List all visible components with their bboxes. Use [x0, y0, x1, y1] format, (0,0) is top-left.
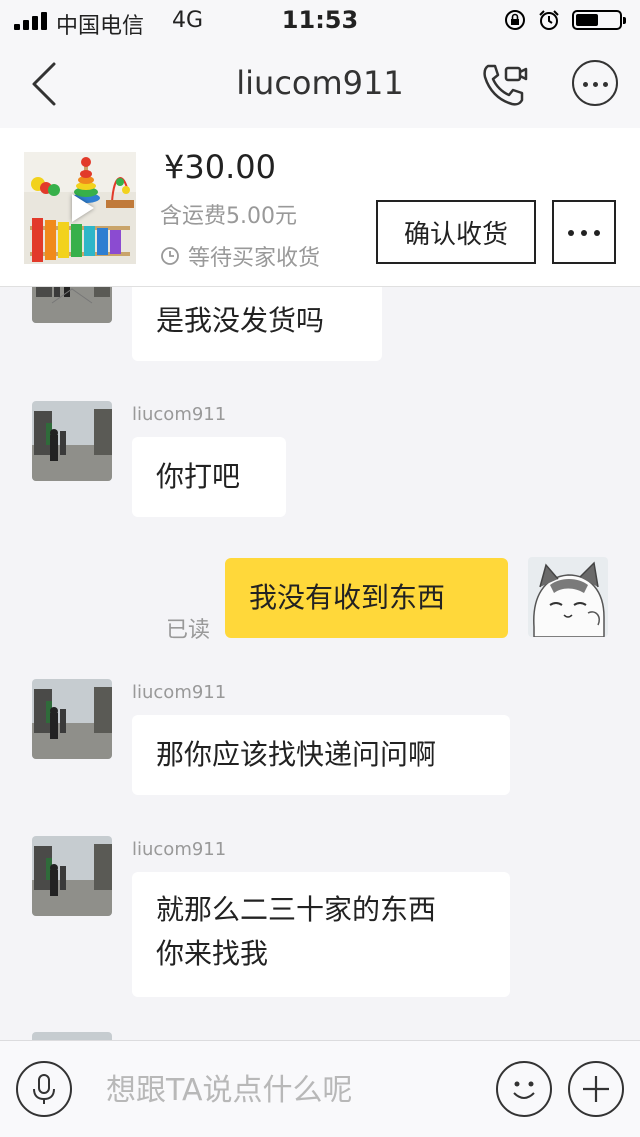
alarm-icon — [539, 10, 559, 30]
input-bar — [0, 1040, 640, 1137]
sender-name: liucom911 — [132, 682, 227, 703]
orientation-lock-icon — [505, 10, 525, 30]
battery-icon — [572, 10, 626, 30]
nav-bar: liucom911 — [0, 40, 640, 129]
message-text: 是我没发货吗 — [156, 304, 325, 337]
message-text: 你打吧 — [156, 460, 241, 493]
my-message-bubble[interactable]: 我没有收到东西 — [225, 558, 508, 638]
avatar[interactable] — [32, 287, 112, 323]
status-icons — [504, 8, 626, 32]
video-call-icon — [483, 64, 528, 106]
confirm-receipt-button[interactable]: 确认收货 — [376, 200, 536, 264]
more-functions-button[interactable] — [568, 1061, 624, 1117]
emoji-button[interactable] — [496, 1061, 552, 1117]
shipping-fee: 含运费5.00元 — [160, 204, 297, 229]
product-more-button[interactable] — [552, 200, 616, 264]
product-bar: ¥30.00 含运费5.00元 等待买家收货 确认收货 — [0, 128, 640, 287]
chat-title: liucom911 — [236, 64, 404, 102]
chat-area: 是我没发货吗 liucom911 你打吧 已读 我没有收到东西 liucom91… — [0, 287, 640, 1040]
more-options-button[interactable] — [572, 60, 618, 106]
sender-name: liucom911 — [132, 839, 227, 860]
street-photo — [32, 836, 112, 916]
order-status-text: 等待买家收货 — [188, 246, 321, 271]
clock-icon — [161, 247, 179, 265]
product-thumbnail[interactable] — [24, 152, 136, 264]
avatar[interactable] — [32, 1032, 112, 1040]
message-bubble[interactable]: 是我没发货吗 — [132, 287, 382, 361]
read-receipt: 已读 — [166, 618, 211, 643]
cartoon-cat-avatar — [528, 557, 608, 637]
order-status: 等待买家收货 — [160, 240, 320, 272]
message-text-line: 就那么二三十家的东西 — [156, 893, 437, 926]
product-price: ¥30.00 — [164, 148, 276, 186]
avatar[interactable] — [32, 679, 112, 759]
message-bubble[interactable]: 就那么二三十家的东西 你来找我 — [132, 872, 510, 997]
street-photo — [32, 401, 112, 481]
message-text-line: 你来找我 — [156, 937, 269, 970]
message-text: 那你应该找快递问问啊 — [156, 738, 437, 771]
avatar[interactable] — [32, 836, 112, 916]
message-bubble[interactable]: 你打吧 — [132, 437, 286, 517]
street-photo — [32, 1032, 112, 1040]
street-photo — [32, 287, 112, 323]
sender-name: liucom911 — [132, 404, 227, 425]
message-bubble[interactable]: 那你应该找快递问问啊 — [132, 715, 510, 795]
video-call-button[interactable] — [480, 60, 530, 110]
microphone-icon — [33, 1074, 55, 1104]
avatar[interactable] — [32, 401, 112, 481]
voice-input-button[interactable] — [16, 1061, 72, 1117]
emoji-icon — [513, 1081, 535, 1099]
my-avatar[interactable] — [528, 557, 608, 637]
message-text: 我没有收到东西 — [249, 581, 446, 614]
message-input[interactable] — [104, 1065, 488, 1115]
street-photo — [32, 679, 112, 759]
plus-icon — [583, 1076, 609, 1102]
play-icon — [72, 194, 94, 222]
status-bar: 中国电信 4G 11:53 — [0, 0, 640, 40]
